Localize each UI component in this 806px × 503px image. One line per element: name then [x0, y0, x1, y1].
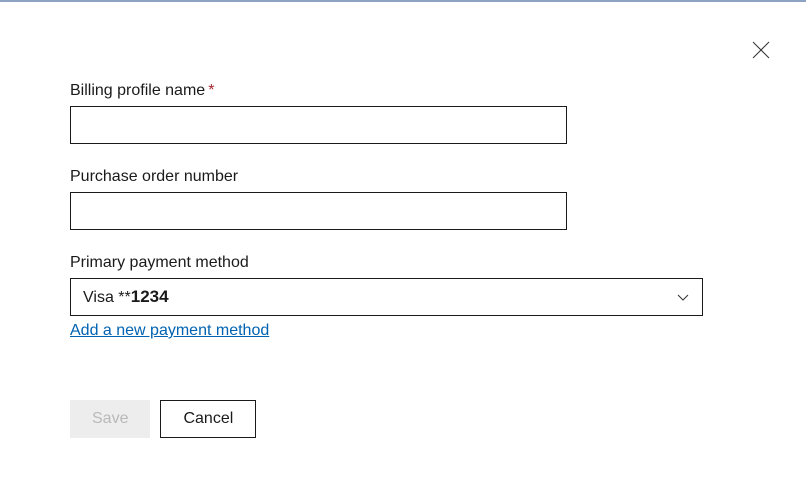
card-prefix: Visa **: [83, 289, 131, 306]
action-buttons: Save Cancel: [70, 400, 736, 438]
purchase-order-field: Purchase order number: [70, 168, 736, 230]
payment-method-selected: Visa **1234: [83, 287, 169, 307]
payment-method-label: Primary payment method: [70, 254, 736, 272]
payment-method-dropdown[interactable]: Visa **1234: [70, 278, 703, 316]
billing-profile-name-field: Billing profile name*: [70, 82, 736, 144]
billing-profile-form: Billing profile name* Purchase order num…: [0, 2, 806, 438]
billing-profile-name-input[interactable]: [70, 106, 567, 144]
purchase-order-input[interactable]: [70, 192, 567, 230]
required-indicator: *: [208, 82, 214, 99]
card-last-digits: 1234: [131, 287, 169, 306]
close-icon: [752, 41, 770, 59]
close-button[interactable]: [751, 40, 771, 60]
payment-method-field: Primary payment method Visa **1234 Add a…: [70, 254, 736, 340]
billing-profile-name-label: Billing profile name*: [70, 82, 736, 100]
add-payment-method-link[interactable]: Add a new payment method: [70, 322, 269, 340]
cancel-button[interactable]: Cancel: [160, 400, 256, 438]
purchase-order-label: Purchase order number: [70, 168, 736, 186]
chevron-down-icon: [676, 290, 690, 304]
save-button[interactable]: Save: [70, 400, 150, 438]
label-text: Billing profile name: [70, 82, 205, 99]
